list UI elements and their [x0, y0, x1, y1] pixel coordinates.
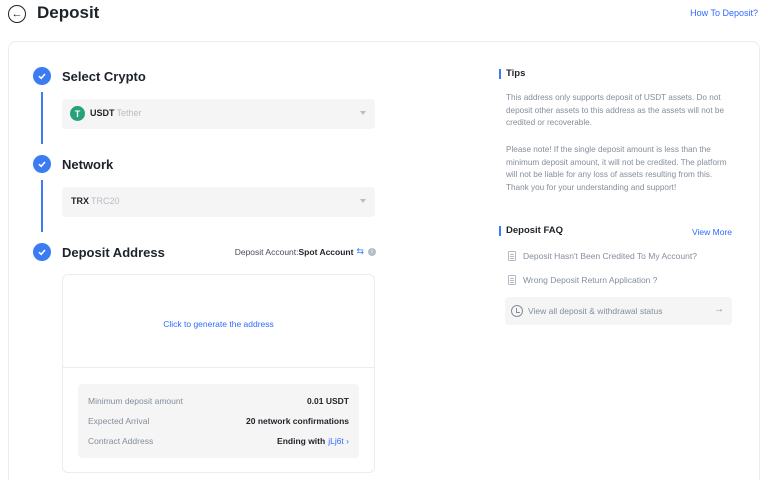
faq-item-label: Deposit Hasn't Been Credited To My Accou…	[523, 251, 697, 261]
step-title-network: Network	[62, 157, 114, 172]
tether-icon: T	[70, 106, 85, 121]
view-status-button[interactable]: View all deposit & withdrawal status →	[505, 297, 732, 325]
tips-title: Tips	[499, 69, 525, 79]
deposit-account-label: Deposit Account:	[234, 246, 299, 257]
arrow-right-icon: →	[714, 304, 724, 315]
detail-value-text: Ending with	[277, 436, 326, 446]
check-icon	[33, 155, 51, 173]
arrow-left-icon[interactable]: ←	[8, 5, 26, 23]
deposit-details: Minimum deposit amount 0.01 USDT Expecte…	[78, 384, 359, 458]
swap-icon[interactable]: ⇆	[356, 246, 364, 257]
detail-row-contract-address: Contract Address Ending with jLj6t ›	[88, 436, 349, 448]
detail-row-min-deposit: Minimum deposit amount 0.01 USDT	[88, 396, 349, 408]
crypto-select-value: USDT Tether	[90, 108, 142, 118]
tips-paragraph-1: This address only supports deposit of US…	[506, 93, 724, 127]
coin-name: Tether	[116, 108, 142, 118]
info-icon[interactable]: i	[368, 247, 376, 256]
step-connector	[41, 180, 43, 232]
coin-symbol: USDT	[90, 108, 115, 118]
divider	[63, 367, 374, 368]
detail-value: 0.01 USDT	[306, 396, 349, 406]
detail-value: 20 network confirmations	[246, 416, 349, 426]
faq-item[interactable]: Deposit Hasn't Been Credited To My Accou…	[508, 251, 697, 261]
chevron-down-icon	[360, 111, 366, 115]
check-icon	[33, 67, 51, 85]
generate-address-link[interactable]: Click to generate the address	[63, 319, 374, 329]
network-symbol: TRX	[71, 196, 89, 206]
detail-label: Contract Address	[88, 436, 154, 446]
step-connector	[41, 92, 43, 144]
faq-title: Deposit FAQ	[499, 226, 563, 236]
network-select-value: TRX TRC20	[71, 196, 120, 206]
detail-label: Expected Arrival	[88, 416, 150, 426]
tips-paragraph-2: Please note! If the single deposit amoun…	[506, 145, 727, 192]
document-icon	[508, 251, 516, 261]
page-title: Deposit	[37, 3, 100, 22]
deposit-account: Deposit Account: Spot Account ⇆ i	[235, 246, 376, 257]
detail-label: Minimum deposit amount	[88, 396, 183, 406]
network-select[interactable]: TRX TRC20	[62, 187, 375, 217]
document-icon	[508, 275, 516, 285]
chevron-down-icon	[360, 199, 366, 203]
deposit-address-card: Click to generate the address Minimum de…	[62, 274, 375, 473]
step-title-select-crypto: Select Crypto	[62, 69, 146, 84]
view-more-link[interactable]: View More	[692, 227, 732, 237]
page-header: ← Deposit How To Deposit?	[0, 0, 768, 30]
network-name: TRC20	[91, 196, 120, 206]
step-title-deposit-address: Deposit Address	[62, 245, 165, 260]
contract-address-link[interactable]: jLj6t ›	[328, 436, 349, 446]
check-icon	[33, 243, 51, 261]
faq-item[interactable]: Wrong Deposit Return Application ?	[508, 275, 658, 285]
detail-value: Ending with jLj6t ›	[277, 436, 349, 446]
faq-item-label: Wrong Deposit Return Application ?	[523, 275, 658, 285]
detail-row-expected-arrival: Expected Arrival 20 network confirmation…	[88, 416, 349, 428]
view-status-label: View all deposit & withdrawal status	[528, 306, 663, 316]
clock-icon	[511, 305, 523, 317]
deposit-account-value: Spot Account	[298, 246, 354, 257]
crypto-select[interactable]: T USDT Tether	[62, 99, 375, 129]
how-to-deposit-link[interactable]: How To Deposit?	[690, 8, 758, 18]
